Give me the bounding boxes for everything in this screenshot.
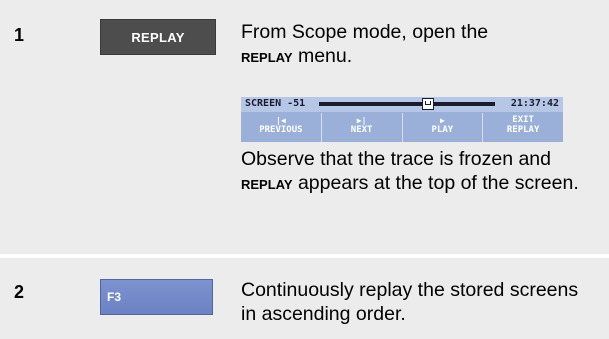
step-row: 1 REPLAY From Scope mode, open the REPLA… xyxy=(0,0,609,254)
observe-text-start: Observe that the trace is frozen and xyxy=(241,148,552,170)
step-row: 2 F3 Continuously replay the stored scre… xyxy=(0,258,609,339)
softkey-play: ▶ PLAY xyxy=(403,113,484,142)
instruction-text: From Scope mode, open the xyxy=(241,21,489,43)
softkey-label: PLAY xyxy=(431,125,454,135)
instruction-keyword: REPLAY xyxy=(241,50,293,65)
step-number: 1 xyxy=(14,25,25,45)
replay-scrollbar xyxy=(319,102,495,106)
softkey-previous: |◀ PREVIOUS xyxy=(241,113,322,142)
step-number: 2 xyxy=(14,282,25,302)
replay-key-button: REPLAY xyxy=(100,19,216,55)
skip-forward-icon: ▶| xyxy=(356,116,367,125)
step-instruction: From Scope mode, open the REPLAY menu. xyxy=(241,20,581,70)
screen-title: SCREEN -51 xyxy=(245,98,306,109)
softkey-bar: |◀ PREVIOUS ▶| NEXT ▶ PLAY EXIT REPLAY xyxy=(241,113,563,142)
step-instruction: Continuously replay the stored screens i… xyxy=(241,279,579,325)
f3-key-button: F3 xyxy=(100,279,213,315)
observe-keyword: REPLAY xyxy=(241,177,293,192)
instruction-text-end: menu. xyxy=(292,45,353,67)
scroll-marker-icon xyxy=(422,98,434,110)
skip-back-icon: |◀ xyxy=(276,116,286,125)
softkey-exit-replay: EXIT REPLAY xyxy=(483,113,563,142)
softkey-label: NEXT xyxy=(350,125,373,135)
softkey-label-line2: REPLAY xyxy=(506,125,540,135)
observe-text-end: appears at the top of the screen. xyxy=(292,172,579,194)
softkey-next: ▶| NEXT xyxy=(322,113,403,142)
replay-menu-screen: SCREEN -51 21:37:42 |◀ PREVIOUS ▶| NEXT … xyxy=(241,97,563,142)
play-icon: ▶ xyxy=(439,116,445,125)
softkey-label: PREVIOUS xyxy=(259,125,303,135)
softkey-label-line1: EXIT xyxy=(512,115,534,125)
screen-time: 21:37:42 xyxy=(510,98,559,109)
observe-text: Observe that the trace is frozen and REP… xyxy=(241,147,581,197)
